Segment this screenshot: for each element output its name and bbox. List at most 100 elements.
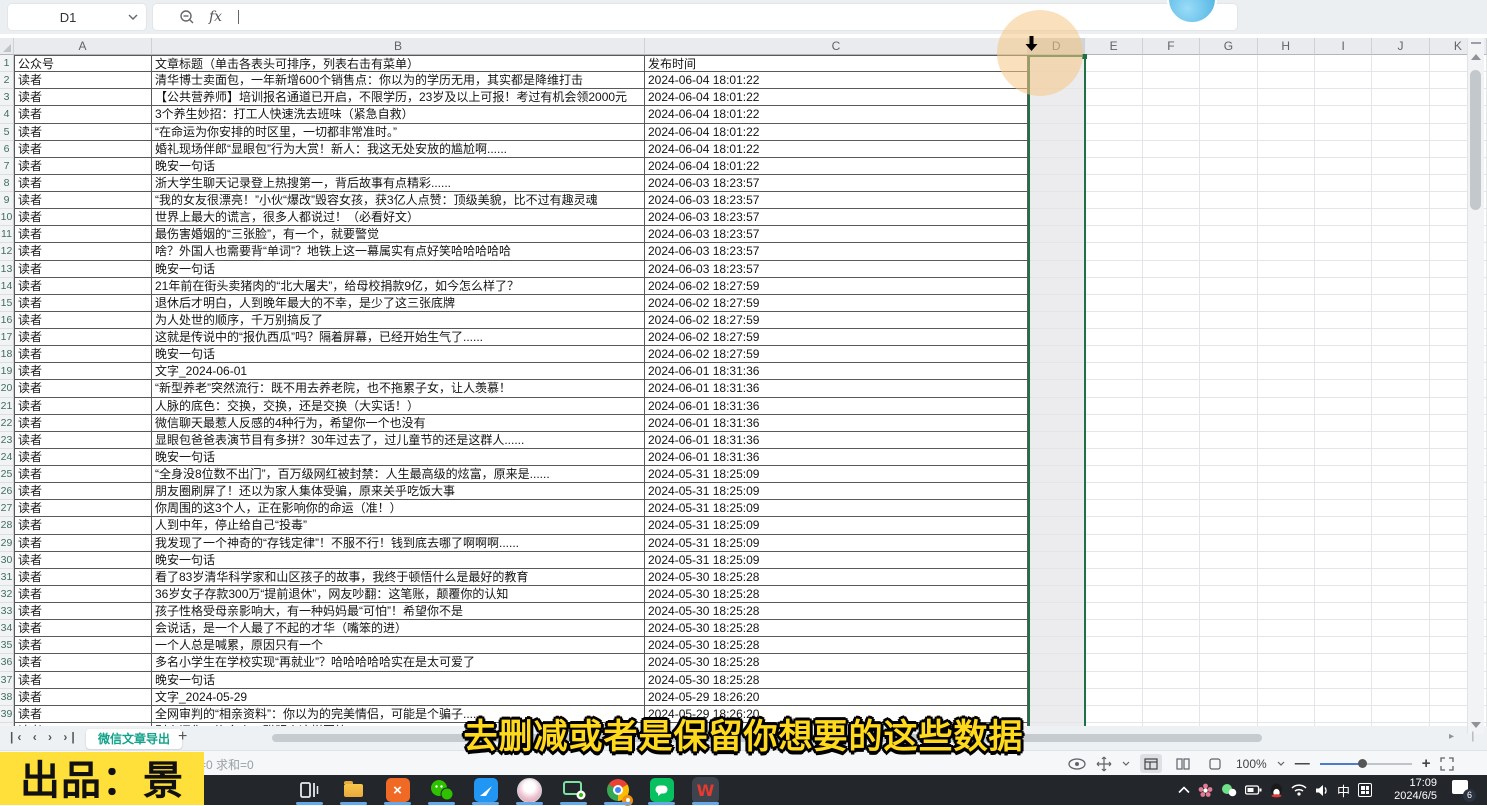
cell-C3[interactable]: 2024-06-04 18:01:22: [645, 89, 1028, 106]
cell-G25[interactable]: [1200, 466, 1257, 483]
cell-A36[interactable]: 读者: [14, 654, 152, 671]
row-header-31[interactable]: 31: [0, 569, 14, 586]
cell-B26[interactable]: 朋友圈刷屏了！还以为家人集体受骗，原来关乎吃饭大事: [152, 483, 645, 500]
notification-center-icon[interactable]: 6: [1452, 780, 1476, 800]
cell-E38[interactable]: [1085, 689, 1142, 706]
cell-E20[interactable]: [1085, 380, 1142, 397]
cell-D32[interactable]: [1028, 586, 1085, 603]
cell-H12[interactable]: [1258, 243, 1315, 260]
battery-icon[interactable]: [1245, 784, 1262, 796]
row-header-26[interactable]: 26: [0, 483, 14, 500]
cell-G5[interactable]: [1200, 124, 1257, 141]
col-header-I[interactable]: I: [1315, 38, 1372, 55]
cell-D6[interactable]: [1028, 141, 1085, 158]
cell-A24[interactable]: 读者: [14, 449, 152, 466]
cell-B17[interactable]: 这就是传说中的“报仇西瓜”吗？隔着屏幕，已经开始生气了......: [152, 329, 645, 346]
row-header-14[interactable]: 14: [0, 278, 14, 295]
cell-F29[interactable]: [1143, 535, 1200, 552]
zoom-chevron-icon[interactable]: [1277, 761, 1285, 766]
cell-B7[interactable]: 晚安一句话: [152, 158, 645, 175]
vertical-scrollbar[interactable]: [1467, 38, 1484, 734]
cell-C20[interactable]: 2024-06-01 18:31:36: [645, 380, 1028, 397]
cell-E25[interactable]: [1085, 466, 1142, 483]
cell-H1[interactable]: [1258, 55, 1315, 72]
cell-J31[interactable]: [1372, 569, 1429, 586]
cell-G27[interactable]: [1200, 500, 1257, 517]
zoom-slider-thumb[interactable]: [1358, 759, 1367, 768]
cell-F25[interactable]: [1143, 466, 1200, 483]
cell-F37[interactable]: [1143, 672, 1200, 689]
cell-G9[interactable]: [1200, 192, 1257, 209]
cell-J3[interactable]: [1372, 89, 1429, 106]
cell-I2[interactable]: [1315, 72, 1372, 89]
wechat-icon[interactable]: [428, 777, 455, 804]
cell-I20[interactable]: [1315, 380, 1372, 397]
cell-J38[interactable]: [1372, 689, 1429, 706]
row-header-19[interactable]: 19: [0, 363, 14, 380]
cell-H14[interactable]: [1258, 278, 1315, 295]
split-handle[interactable]: [1471, 42, 1481, 44]
cell-B34[interactable]: 会说话，是一个人最了不起的才华（嘴笨的进）: [152, 620, 645, 637]
cell-F24[interactable]: [1143, 449, 1200, 466]
cell-E22[interactable]: [1085, 415, 1142, 432]
cell-A10[interactable]: 读者: [14, 209, 152, 226]
cell-C23[interactable]: 2024-06-01 18:31:36: [645, 432, 1028, 449]
cell-I22[interactable]: [1315, 415, 1372, 432]
cell-A2[interactable]: 读者: [14, 72, 152, 89]
cell-G26[interactable]: [1200, 483, 1257, 500]
cell-B6[interactable]: 婚礼现场伴郎“显眼包”行为大赏！新人：我这无处安放的尴尬啊......: [152, 141, 645, 158]
scroll-up-icon[interactable]: [1471, 54, 1481, 60]
cell-I14[interactable]: [1315, 278, 1372, 295]
cell-J8[interactable]: [1372, 175, 1429, 192]
cell-B21[interactable]: 人脉的底色：交换，交换，还是交换（大实话！）: [152, 398, 645, 415]
cell-J30[interactable]: [1372, 552, 1429, 569]
cell-H16[interactable]: [1258, 312, 1315, 329]
cell-C5[interactable]: 2024-06-04 18:01:22: [645, 124, 1028, 141]
cell-I27[interactable]: [1315, 500, 1372, 517]
cell-B2[interactable]: 清华博士卖面包，一年新增600个销售点：你以为的学历无用，其实都是降维打击: [152, 72, 645, 89]
cell-G23[interactable]: [1200, 432, 1257, 449]
cell-G36[interactable]: [1200, 654, 1257, 671]
cell-E9[interactable]: [1085, 192, 1142, 209]
cell-D28[interactable]: [1028, 517, 1085, 534]
cell-B3[interactable]: 【公共营养师】培训报名通道已开启，不限学历，23岁及以上可报！考过有机会领200…: [152, 89, 645, 106]
cell-C19[interactable]: 2024-06-01 18:31:36: [645, 363, 1028, 380]
wifi-icon[interactable]: [1291, 784, 1307, 796]
cell-H27[interactable]: [1258, 500, 1315, 517]
cell-B32[interactable]: 36岁女子存款300万“提前退休”，网友吵翻：这笔账，颠覆你的认知: [152, 586, 645, 603]
cell-I1[interactable]: [1315, 55, 1372, 72]
zoom-level[interactable]: 100%: [1236, 757, 1267, 771]
orange-app-icon[interactable]: ×: [384, 777, 411, 804]
cell-I17[interactable]: [1315, 329, 1372, 346]
user-avatar-icon[interactable]: [516, 777, 543, 804]
cell-G3[interactable]: [1200, 89, 1257, 106]
cell-F18[interactable]: [1143, 346, 1200, 363]
cell-D17[interactable]: [1028, 329, 1085, 346]
cell-H13[interactable]: [1258, 261, 1315, 278]
cell-B29[interactable]: 我发现了一个神奇的“存钱定律”！不服不行！钱到底去哪了啊啊啊......: [152, 535, 645, 552]
col-header-D[interactable]: D: [1028, 38, 1085, 55]
cell-H6[interactable]: [1258, 141, 1315, 158]
cell-J18[interactable]: [1372, 346, 1429, 363]
cell-J23[interactable]: [1372, 432, 1429, 449]
cell-I6[interactable]: [1315, 141, 1372, 158]
cell-A23[interactable]: 读者: [14, 432, 152, 449]
cell-H36[interactable]: [1258, 654, 1315, 671]
row-header-15[interactable]: 15: [0, 295, 14, 312]
cell-G19[interactable]: [1200, 363, 1257, 380]
cell-B24[interactable]: 晚安一句话: [152, 449, 645, 466]
vertical-scroll-thumb[interactable]: [1470, 70, 1481, 210]
cell-A34[interactable]: 读者: [14, 620, 152, 637]
cell-C22[interactable]: 2024-06-01 18:31:36: [645, 415, 1028, 432]
row-header-6[interactable]: 6: [0, 141, 14, 158]
cell-G22[interactable]: [1200, 415, 1257, 432]
cell-G20[interactable]: [1200, 380, 1257, 397]
cell-C28[interactable]: 2024-05-31 18:25:09: [645, 517, 1028, 534]
cell-I21[interactable]: [1315, 398, 1372, 415]
cell-C26[interactable]: 2024-05-31 18:25:09: [645, 483, 1028, 500]
cell-I35[interactable]: [1315, 637, 1372, 654]
cell-H29[interactable]: [1258, 535, 1315, 552]
cell-J28[interactable]: [1372, 517, 1429, 534]
cell-E27[interactable]: [1085, 500, 1142, 517]
cell-G11[interactable]: [1200, 226, 1257, 243]
